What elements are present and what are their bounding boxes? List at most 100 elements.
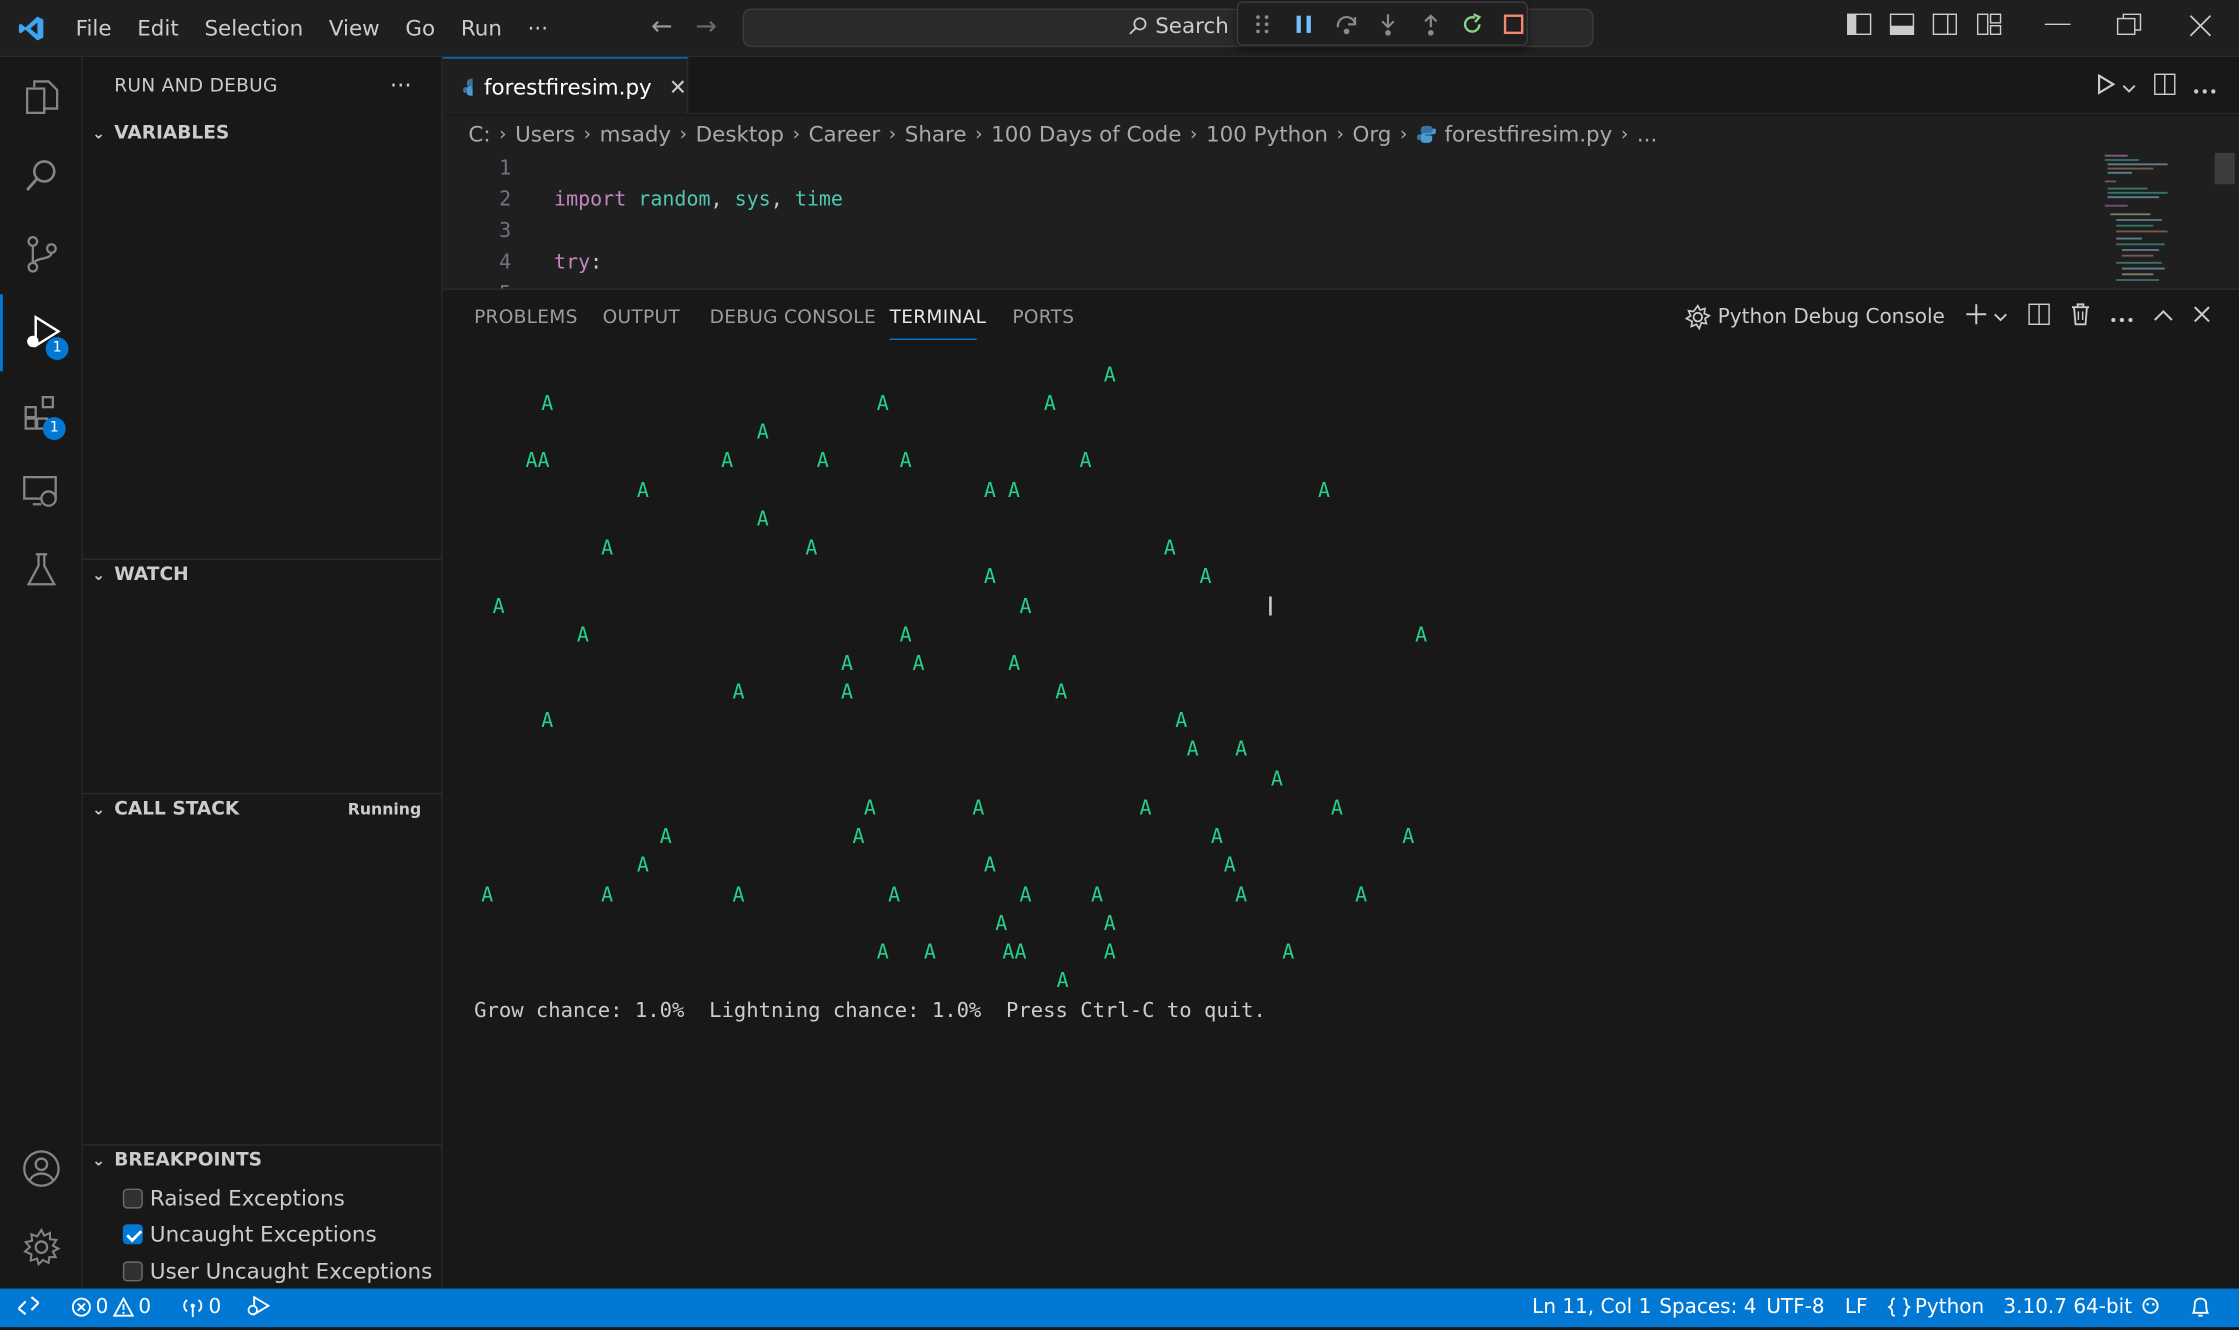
chevron-down-icon[interactable] — [2122, 74, 2136, 100]
encoding[interactable]: UTF-8 — [1766, 1296, 1824, 1319]
breadcrumb-item[interactable]: ... — [1637, 121, 1657, 147]
explorer-icon[interactable] — [0, 59, 83, 136]
breakpoint-uncaught-exceptions[interactable]: Uncaught Exceptions — [122, 1217, 377, 1251]
code-token: try — [554, 251, 591, 275]
manage-gear-icon[interactable] — [0, 1209, 83, 1286]
stop-icon[interactable] — [1502, 11, 1527, 37]
watch-section-header[interactable]: ⌄ WATCH — [82, 558, 443, 590]
language-mode[interactable]: Python — [1887, 1296, 1984, 1319]
run-and-debug-icon[interactable]: 1 — [0, 294, 83, 372]
end-of-line[interactable]: LF — [1845, 1296, 1868, 1319]
tree-glyph: A — [636, 854, 649, 878]
breadcrumb-item[interactable]: 100 Days of Code — [991, 121, 1181, 147]
tree-glyph: A — [863, 797, 876, 820]
breadcrumb-item[interactable]: Desktop — [696, 121, 784, 147]
vscode-window: File Edit Selection View Go Run ··· ← → Searc… — [0, 0, 2239, 1330]
toggle-primary-sidebar-icon[interactable] — [1846, 13, 1872, 42]
step-out-icon[interactable] — [1418, 11, 1443, 37]
close-window-icon[interactable] — [2188, 13, 2214, 44]
menu-file[interactable]: File — [63, 0, 125, 56]
error-count: 0 — [95, 1295, 109, 1319]
breakpoint-user-uncaught-exceptions[interactable]: User Uncaught Exceptions — [122, 1254, 432, 1288]
menu-run[interactable]: Run — [448, 0, 515, 56]
breakpoint-label: Raised Exceptions — [149, 1185, 345, 1212]
ports-indicator[interactable]: 0 — [181, 1296, 221, 1319]
remote-indicator-icon[interactable] — [17, 1296, 40, 1316]
menu-go[interactable]: Go — [393, 0, 448, 56]
terminal-output[interactable]: Grow chance: 1.0% Lightning chance: 1.0%… — [443, 290, 2239, 1290]
breadcrumb-item[interactable]: forestfiresim.py — [1444, 121, 1612, 147]
pause-icon[interactable] — [1291, 11, 1316, 37]
step-into-icon[interactable] — [1376, 11, 1401, 37]
menu-edit[interactable]: Edit — [124, 0, 191, 56]
minimize-icon[interactable] — [2042, 13, 2071, 42]
debug-launch-icon[interactable] — [246, 1295, 272, 1316]
toggle-panel-icon[interactable] — [1889, 13, 1915, 42]
breadcrumb-item[interactable]: Share — [905, 121, 967, 147]
chevron-right-icon: › — [975, 123, 983, 145]
breakpoint-checkbox[interactable] — [122, 1261, 143, 1282]
more-actions-icon[interactable] — [2193, 74, 2216, 100]
activity-bar: 1 1 — [0, 57, 83, 1289]
sidebar-title: RUN AND DEBUG — [114, 75, 278, 98]
tree-glyph: A — [732, 681, 745, 705]
breadcrumb-item[interactable]: msady — [600, 121, 671, 147]
step-over-icon[interactable] — [1333, 11, 1359, 37]
python-interpreter[interactable]: 3.10.7 64-bit — [2003, 1296, 2132, 1319]
problems-indicator[interactable]: 0 0 — [71, 1296, 151, 1319]
testing-icon[interactable] — [0, 531, 83, 608]
breadcrumb-item[interactable]: Users — [515, 121, 575, 147]
breakpoint-checkbox[interactable] — [122, 1188, 143, 1209]
run-badge: 1 — [45, 337, 69, 360]
menu-view[interactable]: View — [316, 0, 393, 56]
tab-forestfiresim[interactable]: forestfiresim.py ✕ — [442, 57, 689, 115]
indentation[interactable]: Spaces: 4 — [1659, 1296, 1756, 1319]
forward-arrow-icon[interactable]: → — [695, 11, 717, 41]
split-editor-icon[interactable] — [2153, 73, 2176, 102]
minimap[interactable] — [2096, 153, 2210, 289]
menu-selection[interactable]: Selection — [192, 0, 316, 56]
menu-more-button[interactable]: ··· — [515, 0, 561, 56]
tree-glyph: A — [912, 652, 925, 676]
tree-glyph: A — [601, 884, 614, 908]
source-control-icon[interactable] — [0, 216, 83, 293]
restore-icon[interactable] — [2115, 13, 2144, 42]
code-editor[interactable]: 1 2 import random, sys, time 3 4 try: 5 — [442, 152, 2239, 289]
drag-handle-icon[interactable] — [1249, 11, 1274, 37]
code-line[interactable]: 1 — [443, 153, 2085, 184]
search-button[interactable]: Search — [1128, 13, 1229, 39]
sidebar-more-button[interactable]: ··· — [390, 71, 412, 98]
customize-layout-icon[interactable] — [1976, 13, 2002, 42]
code-line[interactable]: 3 — [443, 216, 2085, 247]
code-line[interactable]: 2 import random, sys, time — [443, 184, 2085, 215]
breadcrumb-item[interactable]: Career — [809, 121, 881, 147]
search-view-icon[interactable] — [0, 137, 83, 214]
code-token: time — [794, 188, 843, 212]
call-stack-section-header[interactable]: ⌄ CALL STACK Running — [82, 792, 443, 824]
accounts-icon[interactable] — [0, 1130, 83, 1207]
chevron-down-icon: ⌄ — [91, 799, 106, 819]
feedback-icon[interactable] — [2138, 1296, 2164, 1316]
breakpoint-raised-exceptions[interactable]: Raised Exceptions — [122, 1181, 345, 1215]
editor-scrollbar[interactable] — [2214, 152, 2235, 185]
close-tab-icon[interactable]: ✕ — [669, 74, 687, 100]
breakpoints-section-header[interactable]: ⌄ BREAKPOINTS — [82, 1144, 443, 1175]
breadcrumb-item[interactable]: C: — [468, 121, 490, 147]
run-python-file-icon[interactable] — [2096, 73, 2116, 102]
breakpoint-checkbox[interactable] — [122, 1224, 143, 1245]
tree-glyph: A — [1355, 884, 1368, 908]
code-line[interactable]: 5 — [443, 279, 2085, 289]
toggle-secondary-sidebar-icon[interactable] — [1932, 13, 1958, 42]
breadcrumb-item[interactable]: Org — [1352, 121, 1391, 147]
notifications-bell-icon[interactable] — [2189, 1296, 2212, 1319]
cursor-position[interactable]: Ln 11, Col 1 — [1532, 1296, 1651, 1319]
remote-explorer-icon[interactable] — [0, 453, 83, 530]
back-arrow-icon[interactable]: ← — [651, 11, 673, 41]
breadcrumb-item[interactable]: 100 Python — [1206, 121, 1328, 147]
tree-glyph: A — [1043, 392, 1056, 416]
call-stack-status: Running — [347, 799, 422, 819]
extensions-icon[interactable]: 1 — [0, 374, 83, 451]
variables-section-header[interactable]: ⌄ VARIABLES — [83, 117, 443, 148]
restart-icon[interactable] — [1460, 11, 1485, 37]
code-line[interactable]: 4 try: — [443, 247, 2085, 278]
